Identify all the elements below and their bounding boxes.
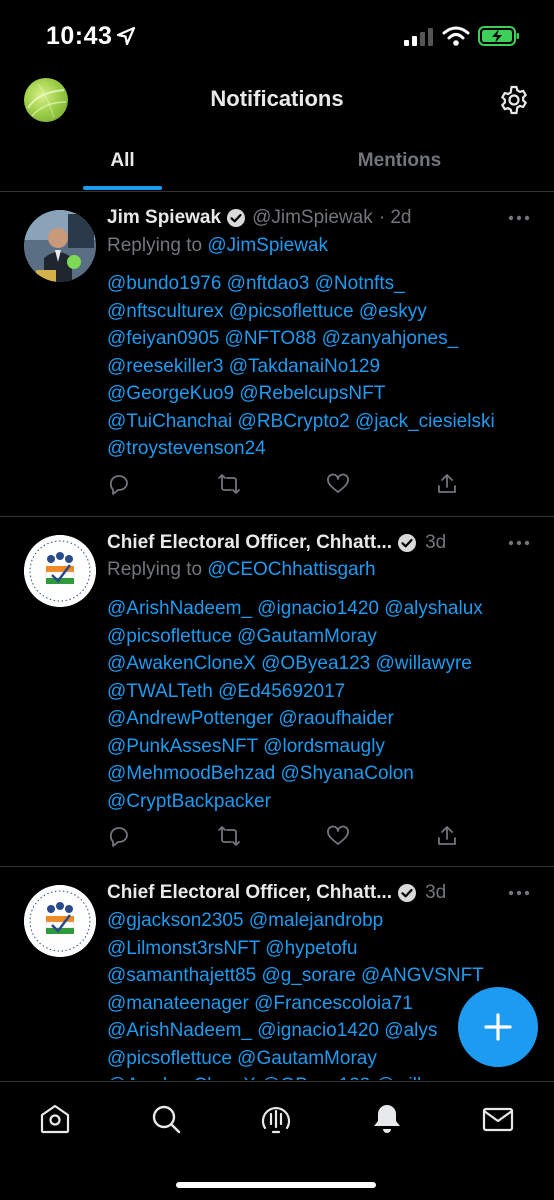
verified-badge-icon (398, 534, 417, 552)
tab-all[interactable]: All (0, 150, 245, 172)
author-name[interactable]: Jim Spiewak (107, 207, 221, 229)
tweet-time: 3d (425, 532, 447, 553)
mention-line[interactable]: @reesekiller3 @TakdanaiNo129 (107, 353, 534, 381)
replying-to-link[interactable]: @CEOChhattisgarh (207, 559, 375, 580)
replying-to-label: Replying to (107, 559, 208, 580)
user-avatar[interactable] (24, 885, 96, 957)
home-icon[interactable] (38, 1102, 72, 1136)
mention-line[interactable]: @feiyan0905 @NFTO88 @zanyahjones_ (107, 325, 534, 353)
spaces-icon[interactable] (259, 1102, 293, 1136)
mention-line[interactable]: @nftsculturex @picsoflettuce @eskyy (107, 298, 534, 326)
tweet-body: @ArishNadeem_ @ignacio1420 @alyshalux @p… (107, 595, 534, 815)
mention-line[interactable]: @gjackson2305 @malejandrobp (107, 907, 554, 935)
verified-badge-icon (227, 209, 246, 227)
mention-line[interactable]: @AwakenCloneX @OByea123 @willa (107, 1072, 554, 1080)
compose-plus-icon (484, 1013, 512, 1041)
gear-icon[interactable] (498, 84, 530, 116)
avatar-photo (24, 210, 96, 282)
tweet-header: Chief Electoral Officer, Chhatt... 3d (107, 880, 528, 906)
retweet-icon[interactable] (217, 472, 241, 496)
status-bar: 10:43 (0, 0, 554, 72)
messages-mail-icon[interactable] (481, 1102, 515, 1136)
author-name[interactable]: Chief Electoral Officer, Chhatt... (107, 882, 392, 904)
tweet[interactable]: Chief Electoral Officer, Chhatt... 3d Re… (0, 517, 554, 867)
more-options-icon[interactable] (508, 540, 530, 546)
election-logo-image (24, 885, 96, 957)
reply-icon[interactable] (107, 824, 131, 848)
author-name[interactable]: Chief Electoral Officer, Chhatt... (107, 532, 392, 554)
location-arrow-icon (116, 26, 136, 46)
more-options-icon[interactable] (508, 215, 530, 221)
tweet-actions (107, 824, 456, 850)
user-avatar[interactable] (24, 535, 96, 607)
notification-feed[interactable]: Jim Spiewak @JimSpiewak · 2d Replying to… (0, 193, 554, 1080)
mention-line[interactable]: @picsoflettuce @GautamMoray (107, 623, 534, 651)
wifi-icon (442, 26, 470, 46)
active-tab-indicator (83, 186, 162, 190)
tweet[interactable]: Jim Spiewak @JimSpiewak · 2d Replying to… (0, 193, 554, 517)
user-avatar[interactable] (24, 210, 96, 282)
mention-line[interactable]: @bundo1976 @nftdao3 @Notnfts_ (107, 270, 534, 298)
tweet-header: Jim Spiewak @JimSpiewak · 2d (107, 205, 528, 231)
mention-line[interactable]: @PunkAssesNFT @lordsmaugly (107, 733, 534, 761)
notifications-bell-icon[interactable] (370, 1102, 404, 1136)
replying-to-label: Replying to (107, 235, 208, 256)
tweet-header: Chief Electoral Officer, Chhatt... 3d (107, 530, 528, 556)
battery-charging-icon (478, 26, 519, 46)
mention-line[interactable]: @AwakenCloneX @OByea123 @willawyre (107, 650, 534, 678)
like-icon[interactable] (326, 824, 350, 848)
search-icon[interactable] (149, 1102, 183, 1136)
home-indicator (176, 1182, 376, 1188)
app-header: Notifications All Mentions (0, 72, 554, 192)
election-logo-image (24, 535, 96, 607)
mention-line[interactable]: @Lilmonst3rsNFT @hypetofu (107, 935, 554, 963)
share-icon[interactable] (435, 824, 459, 848)
notification-tabs: All Mentions (0, 138, 554, 192)
more-options-icon[interactable] (508, 890, 530, 896)
replying-to: Replying to @CEOChhattisgarh (107, 559, 376, 581)
tweet-time: · 2d (378, 207, 412, 228)
tab-mentions[interactable]: Mentions (277, 150, 522, 172)
mention-line[interactable]: @samanthajett85 @g_sorare @ANGVSNFT (107, 962, 554, 990)
mention-line[interactable]: @AndrewPottenger @raoufhaider (107, 705, 534, 733)
mention-line[interactable]: @ArishNadeem_ @ignacio1420 @alyshalux (107, 595, 534, 623)
compose-button[interactable] (458, 987, 538, 1067)
mention-line[interactable]: @GeorgeKuo9 @RebelcupsNFT (107, 380, 534, 408)
tweet-body: @bundo1976 @nftdao3 @Notnfts_ @nftscultu… (107, 270, 534, 463)
signal-icon (404, 28, 433, 46)
verified-badge-icon (398, 884, 417, 902)
page-title: Notifications (210, 86, 344, 111)
tweet-actions (107, 472, 456, 498)
reply-icon[interactable] (107, 472, 131, 496)
mention-line[interactable]: @TuiChanchai @RBCrypto2 @jack_ciesielski (107, 408, 534, 436)
mention-line[interactable]: @MehmoodBehzad @ShyanaColon (107, 760, 534, 788)
replying-to-link[interactable]: @JimSpiewak (207, 235, 328, 256)
status-time: 10:43 (46, 22, 113, 50)
mention-line[interactable]: @TWALTeth @Ed45692017 (107, 678, 534, 706)
tweet-time: 3d (425, 882, 447, 903)
mention-line[interactable]: @troystevenson24 (107, 435, 534, 463)
like-icon[interactable] (326, 472, 350, 496)
replying-to: Replying to @JimSpiewak (107, 235, 328, 257)
share-icon[interactable] (435, 472, 459, 496)
retweet-icon[interactable] (217, 824, 241, 848)
author-handle: @JimSpiewak (252, 207, 373, 228)
mention-line[interactable]: @CryptBackpacker (107, 788, 534, 816)
